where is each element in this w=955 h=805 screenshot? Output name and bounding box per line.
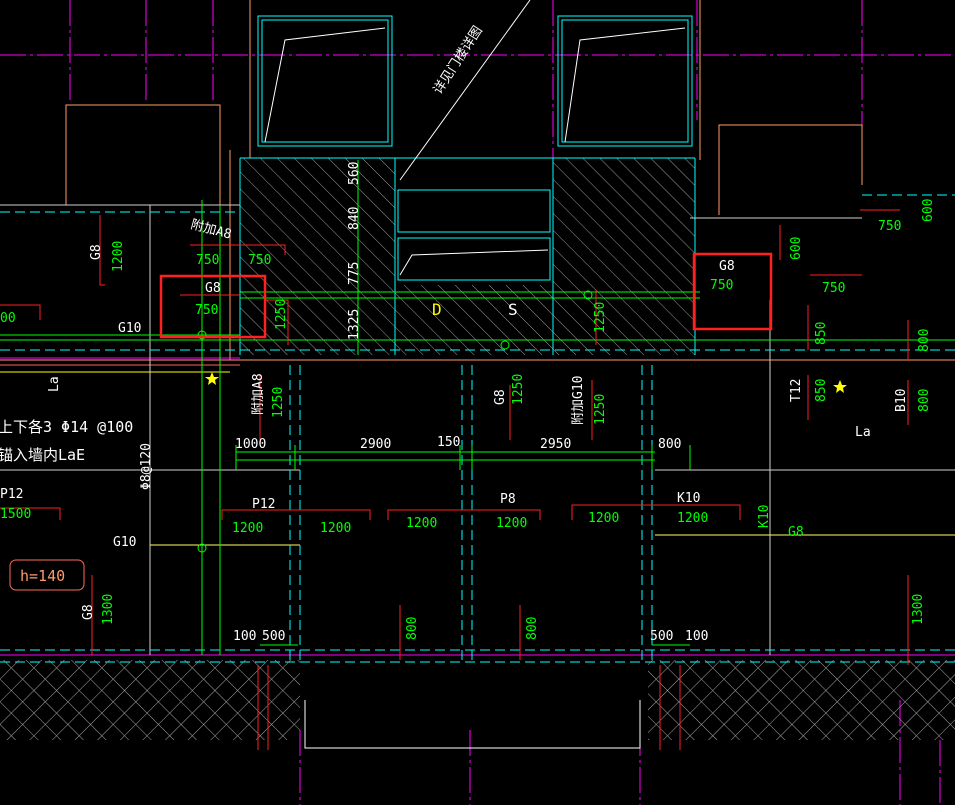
dim-2950: 2950 [540,437,571,452]
p8-len-b: 1200 [496,516,527,531]
len-750-a: 750 [878,219,901,234]
len-800-a: 800 [405,617,420,640]
k10-name: K10 [677,491,700,506]
p12-left: P12 [0,487,23,502]
dim-560: 560 [347,162,362,185]
len-800-b: 800 [525,617,540,640]
dim-150: 150 [437,435,460,450]
p8-len-a: 1200 [406,516,437,531]
h140-label: h=140 [20,567,65,585]
d-label: D [432,300,442,319]
stair-note: 详见门楼详图 [431,24,486,98]
dim-800: 800 [658,437,681,452]
len-1250-mid: 1250 [593,302,608,333]
g8-box-name: G8 [205,281,221,296]
g8-top-len: 1200 [111,241,126,272]
len-600: 600 [789,237,804,260]
note-line-2: 锚入墙内LaE [0,446,85,464]
b10-label: B10 [894,389,909,412]
fujia-a8-len2: 750 [248,253,271,268]
k10-vert: K10 [757,505,772,528]
star-markers [205,372,847,393]
fujia-g10: 附加G10 [571,376,586,425]
t12-label: T12 [789,379,804,402]
star-icon [833,380,847,393]
fujia-a8: 附加A8 [189,217,233,242]
g10-lower: G10 [113,535,136,550]
dim-1325: 1325 [347,309,362,340]
dim-100-right: 100 [685,629,708,644]
fujia-a8-b-len: 1250 [271,387,286,418]
building-outlines [0,0,955,749]
rebar-lines [0,160,955,655]
len-800-right-b: 800 [917,389,932,412]
dim-2900: 2900 [360,437,391,452]
g10-label: G10 [118,321,141,336]
k10-len-b: 1200 [677,511,708,526]
fujia-g10-len: 1250 [593,394,608,425]
len-600-b: 600 [921,199,936,222]
g8-box-len: 750 [195,303,218,318]
g8-right-box-name: G8 [719,259,735,274]
len-800-right: 800 [917,329,932,352]
g8-mid-name: G8 [493,389,508,405]
len-00: 00 [0,311,16,326]
dim-840: 840 [347,207,362,230]
dim-500-left: 500 [262,629,285,644]
g8-top-name: G8 [89,244,104,260]
p8-name: P8 [500,492,516,507]
s-label: S [508,300,518,319]
len-1250-a: 1250 [274,299,289,330]
fujia-a8-b: 附加A8 [251,373,266,415]
g8-right-box-len: 750 [710,278,733,293]
g8-right: G8 [788,525,804,540]
p12-len-a: 1200 [232,521,263,536]
la-left: La [47,376,62,392]
p12-left-len: 1500 [0,507,31,522]
la-right: La [855,425,871,440]
dim-500-right: 500 [650,629,673,644]
dim-1000: 1000 [235,437,266,452]
len-850-b: 850 [814,379,829,402]
p12-len-b: 1200 [320,521,351,536]
star-icon [205,372,219,385]
g8-low-len: 1300 [101,594,116,625]
cad-drawing-canvas[interactable]: 详见门楼详图 560 840 775 1325 1000 2900 150 29… [0,0,955,805]
len-1300-right: 1300 [911,594,926,625]
len-750-b: 750 [822,281,845,296]
phi8-label: Φ8@120 [139,443,154,490]
p12-name: P12 [252,497,275,512]
len-850-a: 850 [814,322,829,345]
note-line-1: 上下各3 Φ14 @100 [0,418,133,436]
g8-low-name: G8 [81,604,96,620]
fujia-a8-len: 750 [196,253,219,268]
wall-dashes [0,194,955,663]
g8-mid-len: 1250 [511,374,526,405]
k10-len-a: 1200 [588,511,619,526]
dim-100-left: 100 [233,629,256,644]
dim-775: 775 [347,262,362,285]
